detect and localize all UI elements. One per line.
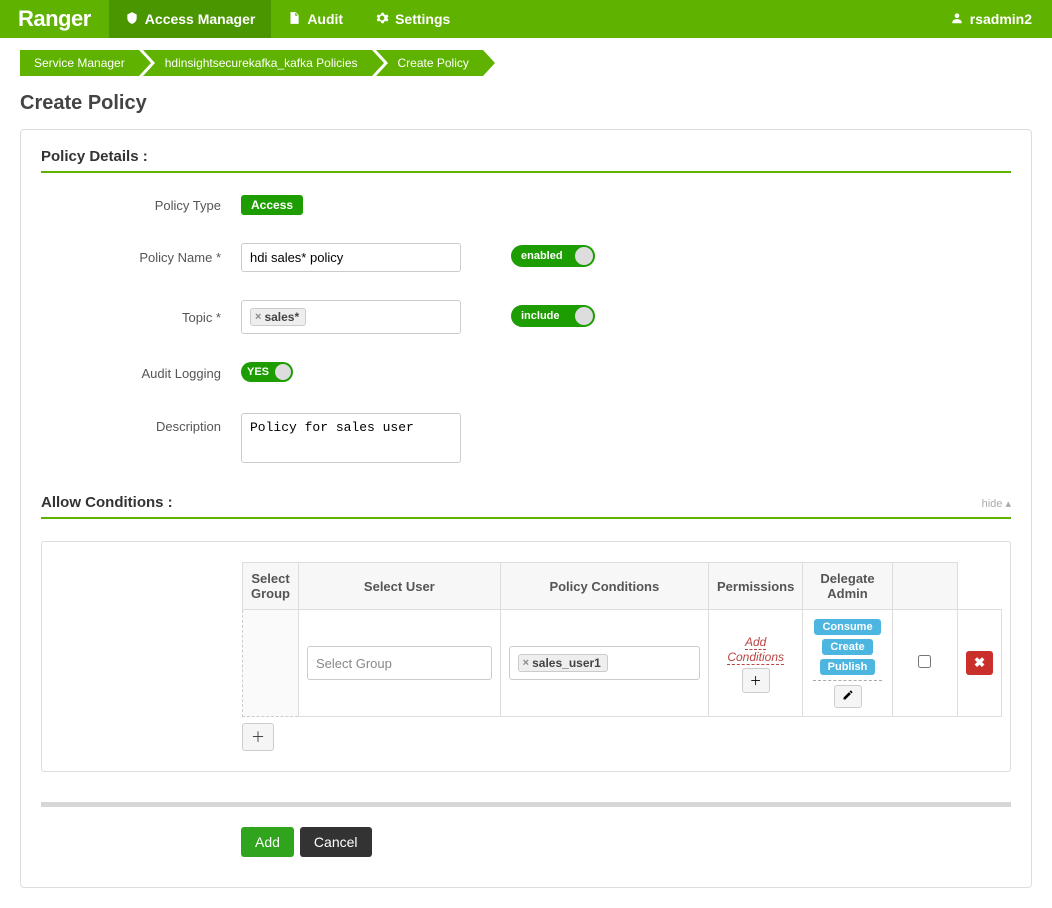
table-row: Select Group × sales_user1: [243, 610, 1002, 717]
gear-icon: [375, 11, 389, 28]
pencil-icon: [842, 689, 854, 704]
select-user-input[interactable]: × sales_user1: [509, 646, 700, 680]
cancel-button[interactable]: Cancel: [300, 827, 372, 857]
include-toggle[interactable]: include: [511, 305, 595, 327]
perm-badge: Consume: [814, 619, 880, 635]
permissions-list: Consume Create Publish: [813, 618, 881, 681]
add-conditions-link[interactable]: Add Conditions: [727, 635, 784, 665]
close-icon: ✖: [974, 655, 985, 670]
user-menu[interactable]: rsadmin2: [930, 11, 1052, 28]
nav-links: Access Manager Audit Settings: [109, 0, 467, 38]
username-label: rsadmin2: [970, 11, 1032, 27]
nav-label: Settings: [395, 11, 450, 27]
plus-icon: ＋: [750, 672, 762, 689]
form-footer: Add Cancel: [41, 802, 1011, 857]
label-audit-logging: Audit Logging: [41, 366, 241, 381]
nav-access-manager[interactable]: Access Manager: [109, 0, 272, 38]
nav-settings[interactable]: Settings: [359, 0, 466, 38]
top-nav: Ranger Access Manager Audit Settings rsa…: [0, 0, 1052, 38]
policy-type-badge: Access: [241, 195, 303, 215]
remove-tag-icon[interactable]: ×: [523, 657, 529, 669]
delete-row-button[interactable]: ✖: [966, 651, 993, 675]
drag-handle-icon[interactable]: [243, 610, 299, 717]
col-permissions: Permissions: [709, 563, 803, 610]
add-button[interactable]: Add: [241, 827, 294, 857]
select-group-input[interactable]: Select Group: [307, 646, 492, 680]
plus-icon: ＋: [251, 729, 265, 745]
file-icon: [287, 11, 301, 28]
label-policy-type: Policy Type: [41, 198, 241, 213]
policy-name-input[interactable]: [241, 243, 461, 272]
col-policy-conditions: Policy Conditions: [500, 563, 708, 610]
add-row-button[interactable]: ＋: [242, 723, 274, 751]
shield-icon: [125, 11, 139, 28]
description-input[interactable]: Policy for sales user: [241, 413, 461, 463]
user-icon: [950, 11, 964, 28]
perm-badge: Create: [822, 639, 872, 655]
topic-tag[interactable]: × sales*: [250, 308, 306, 326]
remove-tag-icon[interactable]: ×: [255, 311, 261, 323]
nav-label: Audit: [307, 11, 343, 27]
perm-badge: Publish: [820, 659, 876, 675]
section-policy-details: Policy Details :: [41, 148, 1011, 173]
col-select-group: Select Group: [243, 563, 299, 610]
label-policy-name: Policy Name *: [41, 250, 241, 265]
conditions-container: Select Group Select User Policy Conditio…: [41, 541, 1011, 772]
label-topic: Topic *: [41, 310, 241, 325]
nav-audit[interactable]: Audit: [271, 0, 359, 38]
enabled-toggle[interactable]: enabled: [511, 245, 595, 267]
form-panel: Policy Details : Policy Type Access Poli…: [20, 129, 1032, 888]
section-allow-conditions: Allow Conditions : hide ▴: [41, 494, 1011, 519]
label-description: Description: [41, 413, 241, 434]
topic-input[interactable]: × sales*: [241, 300, 461, 334]
hide-toggle[interactable]: hide ▴: [982, 497, 1011, 510]
page-title: Create Policy: [20, 92, 1032, 115]
conditions-table: Select Group Select User Policy Conditio…: [242, 562, 1002, 717]
nav-label: Access Manager: [145, 11, 256, 27]
crumb-policies[interactable]: hdinsightsecurekafka_kafka Policies: [143, 50, 372, 76]
crumb-service-manager[interactable]: Service Manager: [20, 50, 139, 76]
delegate-admin-checkbox[interactable]: [918, 655, 931, 668]
audit-toggle[interactable]: YES: [241, 362, 293, 382]
edit-permissions-button[interactable]: [834, 685, 862, 708]
col-select-user: Select User: [299, 563, 501, 610]
brand-logo: Ranger: [0, 6, 109, 32]
col-delegate-admin: Delegate Admin: [803, 563, 892, 610]
chevron-up-icon: ▴: [1005, 498, 1011, 510]
user-tag[interactable]: × sales_user1: [518, 654, 608, 672]
breadcrumb: Service Manager hdinsightsecurekafka_kaf…: [20, 50, 1032, 76]
add-condition-button[interactable]: ＋: [742, 668, 770, 693]
crumb-create-policy[interactable]: Create Policy: [376, 50, 483, 76]
